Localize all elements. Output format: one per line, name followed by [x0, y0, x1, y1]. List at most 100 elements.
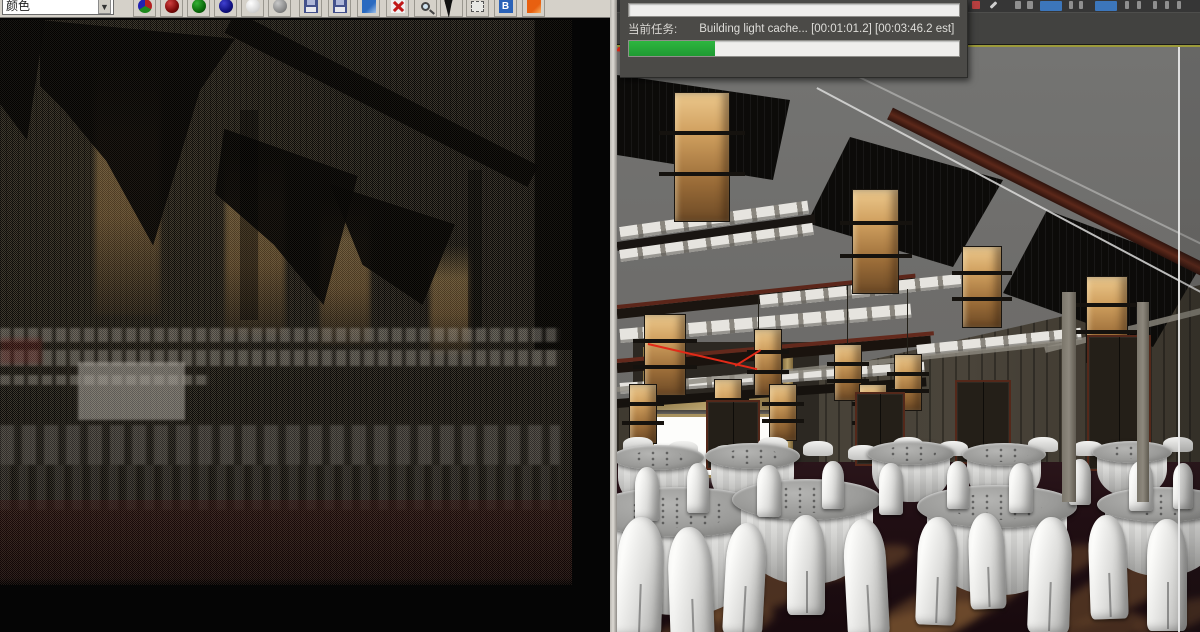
dot-icon[interactable] [1165, 1, 1169, 9]
copy-to-host-buffer-button[interactable] [357, 0, 380, 17]
overall-progress-bar [628, 3, 960, 17]
clear-image-button[interactable] [386, 0, 409, 17]
dot-icon[interactable] [1137, 1, 1141, 9]
chair-cover[interactable] [947, 461, 969, 509]
channel-select-value: 颜色 [6, 0, 31, 13]
viewport-scene[interactable] [617, 47, 1200, 632]
vfb-window-border [610, 0, 617, 632]
dot-icon[interactable] [1153, 1, 1157, 9]
task-status-text: Building light cache... [00:01:01.2] [00… [699, 22, 955, 35]
blue-channel-icon [218, 0, 233, 13]
lamp-wire [907, 289, 908, 355]
lc-ceiling-coffer [535, 20, 572, 350]
duplicate-buffer-button[interactable]: B [494, 0, 517, 17]
dot-icon[interactable] [1069, 1, 1073, 9]
task-label: 当前任务: [628, 23, 678, 36]
red-channel-button[interactable] [160, 0, 183, 17]
lc-bottom-black [0, 578, 572, 585]
lc-ceiling-coffer [0, 20, 45, 140]
dot-icon[interactable] [1079, 1, 1083, 9]
set-key-red-icon[interactable] [972, 1, 980, 9]
color-clamp-button[interactable] [414, 0, 437, 17]
wall-pilaster [1137, 302, 1149, 502]
mono-channel-icon [272, 0, 287, 13]
max-viewport[interactable] [617, 0, 1200, 632]
hanging-lamp[interactable] [622, 385, 664, 443]
region-render-icon [471, 0, 484, 12]
rgb-color-channel-button[interactable] [133, 0, 156, 17]
hanging-lamp[interactable] [839, 190, 912, 293]
table-top [867, 441, 955, 465]
lc-red-speck [0, 338, 42, 364]
hanging-lamp[interactable] [633, 315, 697, 395]
mono-channel-button[interactable] [268, 0, 291, 17]
vfb-toolbar: 颜色 ▼ B [0, 0, 610, 18]
chair-cover[interactable] [967, 512, 1007, 610]
progress-fill [629, 41, 715, 56]
chevron-down-icon: ▼ [98, 0, 111, 14]
pencil-icon[interactable] [989, 1, 998, 9]
chair-cover[interactable] [1087, 514, 1129, 620]
green-channel-icon [191, 0, 206, 13]
lc-dark-bar [240, 110, 258, 320]
chair-cover[interactable] [787, 515, 825, 615]
small-toggle-icon[interactable] [1015, 1, 1021, 9]
chair-cover[interactable] [635, 467, 659, 521]
task-progress-bar [628, 40, 960, 57]
lc-screen [78, 362, 185, 420]
render-preview-image [0, 20, 572, 585]
lc-carpet [0, 500, 572, 585]
channel-select-dropdown[interactable]: 颜色 ▼ [2, 0, 114, 15]
vray-frame-buffer-window: 颜色 ▼ B [0, 0, 617, 632]
wall-pilaster [1062, 292, 1076, 502]
task-row: 当前任务: Building light cache... [00:01:01.… [628, 21, 960, 36]
table-top [1092, 441, 1172, 463]
green-channel-button[interactable] [187, 0, 210, 17]
blue-toggle-icon[interactable] [1040, 1, 1062, 11]
small-toggle-icon[interactable] [1027, 1, 1033, 9]
table-top [962, 443, 1046, 466]
chair-cover[interactable] [822, 461, 844, 509]
chair-cover[interactable] [1026, 516, 1074, 632]
blue-toggle-icon[interactable] [1095, 1, 1117, 11]
hanging-lamp[interactable] [762, 385, 804, 440]
lamp-wire [847, 285, 848, 347]
viewport-edge-line [1178, 47, 1180, 632]
screenshot-stage: 颜色 ▼ B 当前任务: Building light cache... [00… [0, 0, 1200, 632]
table-top [732, 479, 882, 520]
save-image-button[interactable] [299, 0, 322, 17]
save-channels-button[interactable] [328, 0, 351, 17]
lc-table-row [0, 425, 560, 465]
dot-icon[interactable] [1177, 1, 1181, 9]
alpha-channel-button[interactable] [241, 0, 264, 17]
chair-cover[interactable] [617, 516, 666, 632]
color-clamp-icon [421, 1, 430, 11]
copy-to-host-buffer-icon [361, 0, 376, 13]
chair-cover[interactable] [757, 465, 781, 517]
distant-chair[interactable] [803, 441, 833, 456]
viewport-edge-shade [1179, 47, 1200, 632]
lamp-wire [758, 295, 759, 331]
lc-dark-bar [468, 170, 482, 330]
chair-cover[interactable] [879, 463, 903, 515]
alpha-channel-icon [245, 0, 260, 13]
render-last-button[interactable] [522, 0, 545, 17]
clear-image-icon [390, 0, 405, 13]
chair-cover[interactable] [1009, 463, 1033, 513]
lc-light-strip [0, 328, 560, 342]
render-last-icon [526, 0, 541, 13]
dot-icon[interactable] [1125, 1, 1129, 9]
save-channels-icon [332, 0, 347, 13]
chair-cover[interactable] [687, 463, 709, 513]
duplicate-buffer-icon: B [498, 0, 513, 13]
render-progress-dialog: 当前任务: Building light cache... [00:01:01.… [620, 0, 968, 78]
blue-channel-button[interactable] [214, 0, 237, 17]
table-top [705, 443, 800, 469]
track-mouse-icon [443, 0, 460, 17]
hanging-lamp[interactable] [658, 93, 746, 221]
hanging-lamp[interactable] [951, 247, 1013, 327]
red-channel-icon [164, 0, 179, 13]
chair-cover[interactable] [915, 516, 959, 626]
track-mouse-button[interactable] [440, 0, 463, 17]
region-render-button[interactable] [466, 0, 489, 17]
